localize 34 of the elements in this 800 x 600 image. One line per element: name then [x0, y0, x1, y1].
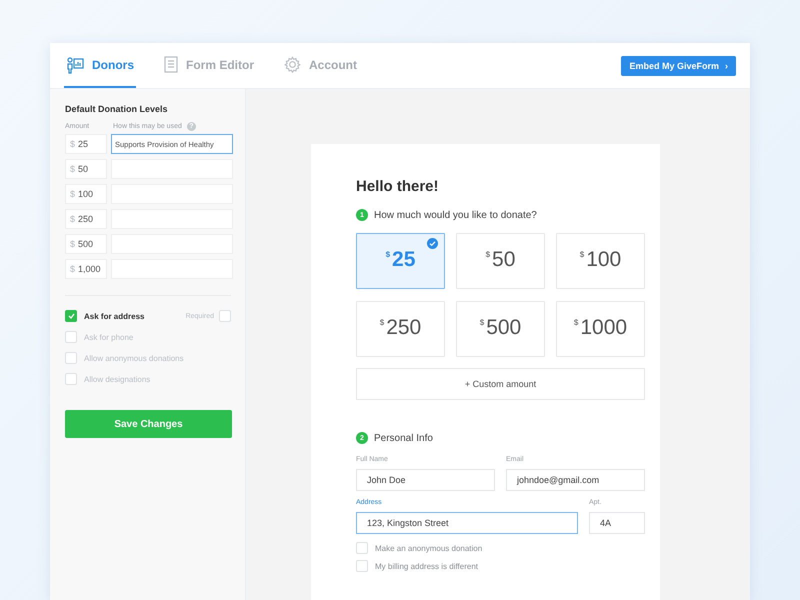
amount-option[interactable]: $^{$}$250: [356, 301, 445, 357]
checkbox-label: Make an anonymous donation: [375, 544, 482, 552]
option-label: Allow anonymous donations: [84, 354, 184, 362]
presentation-icon: [66, 56, 84, 74]
amount-option[interactable]: $^{$}$50: [456, 233, 545, 289]
check-icon: [427, 238, 438, 249]
required-checkbox[interactable]: [219, 310, 231, 322]
check-icon: [68, 313, 74, 319]
checkbox[interactable]: [65, 310, 77, 322]
section-title: Default Donation Levels: [65, 104, 169, 114]
gear-icon: [284, 56, 301, 73]
input-field[interactable]: John Doe: [356, 469, 495, 491]
input-field[interactable]: johndoe@gmail.com: [506, 469, 645, 491]
amount-field[interactable]: $ 25: [65, 134, 107, 154]
document-icon: [164, 56, 178, 73]
option-label: Ask for address: [84, 312, 144, 320]
option-label: Ask for phone: [84, 332, 134, 342]
amount-field[interactable]: $ 1,000: [65, 259, 107, 279]
custom-amount-button[interactable]: + Custom amount: [356, 368, 645, 400]
amount-option[interactable]: $^{$}$1000: [556, 301, 645, 357]
amount-field[interactable]: $ 100: [65, 184, 107, 204]
amount-option[interactable]: $^{$}$100: [556, 233, 645, 289]
amount-field[interactable]: $ 500: [65, 234, 107, 254]
amount-field[interactable]: $ 250: [65, 209, 107, 229]
form-heading: Hello there!: [356, 178, 440, 195]
amount-option[interactable]: $^{$}$500: [456, 301, 545, 357]
embed-button[interactable]: Embed My GiveForm ›: [621, 56, 736, 76]
option-label: Allow designations: [84, 374, 150, 384]
input-field[interactable]: 4A: [589, 512, 645, 534]
step-title: How much would you like to donate?: [374, 210, 537, 220]
checkbox-label: My billing address is different: [375, 562, 478, 570]
input-field[interactable]: 123, Kingston Street: [356, 512, 578, 534]
step-title: Personal Info: [374, 432, 433, 444]
amount-field[interactable]: $ 50: [65, 159, 107, 179]
